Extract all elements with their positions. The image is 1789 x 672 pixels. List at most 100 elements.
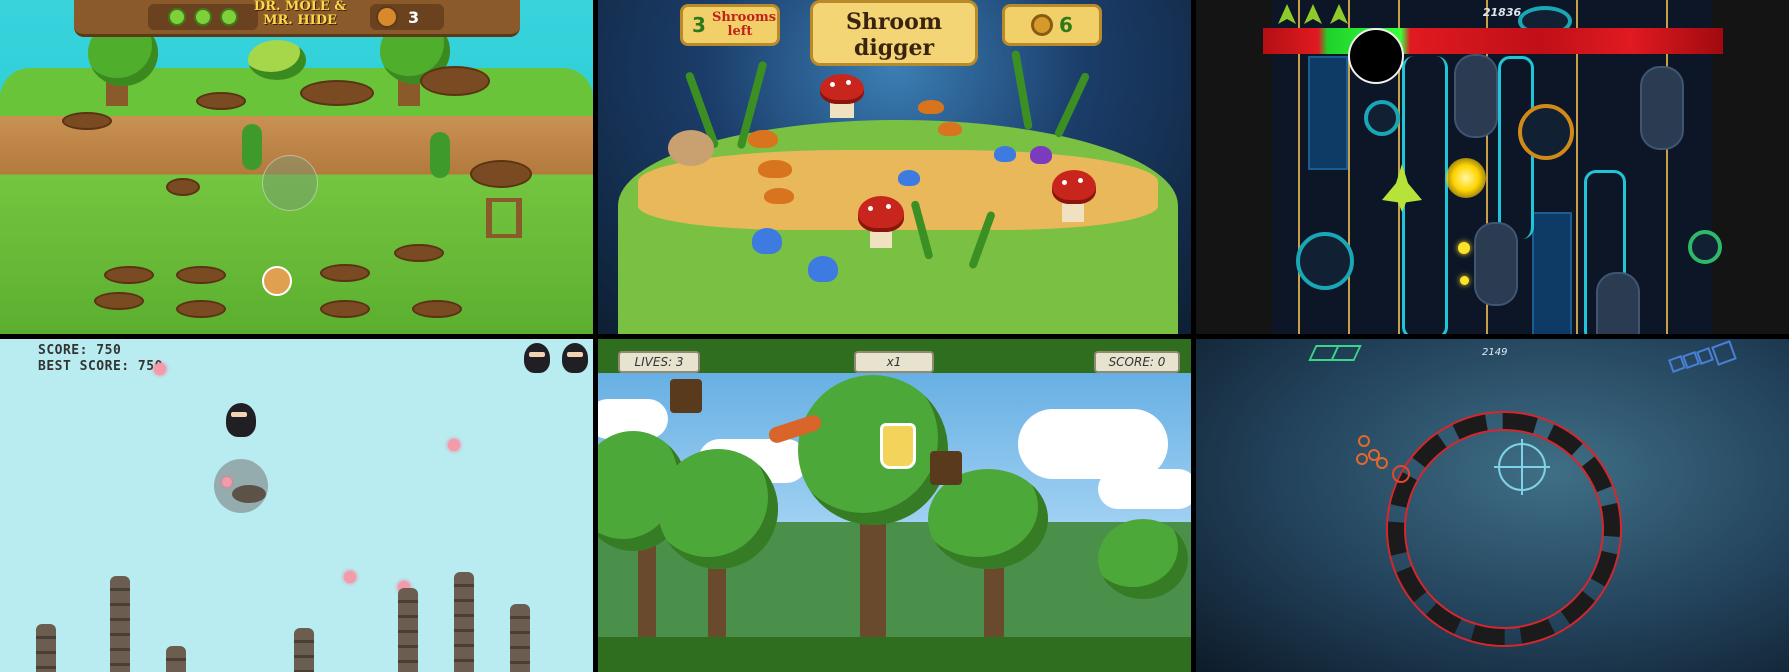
mole-hole[interactable] — [94, 292, 144, 310]
score: 2149 — [1482, 347, 1508, 358]
ring-obstacle — [1688, 230, 1722, 264]
blossom[interactable] — [448, 439, 460, 451]
mole-hole[interactable] — [412, 300, 462, 318]
health-bar — [1263, 28, 1723, 54]
shrooms-left-board: 3 Shrooms left — [680, 4, 780, 46]
mole-hole[interactable] — [420, 66, 490, 96]
mushroom-purple[interactable] — [1030, 146, 1052, 164]
ninja-icon — [524, 343, 550, 373]
touch-cursor — [262, 155, 318, 211]
square-icon — [1711, 340, 1737, 366]
panel-dr-mole[interactable]: DR. MOLE & MR. HIDE 3 — [0, 0, 593, 334]
logo-line-2: digger — [853, 35, 935, 61]
heart-icon — [168, 8, 186, 26]
mole-hole[interactable] — [320, 300, 370, 318]
lives-label: LIVES: 3 — [618, 351, 700, 373]
mole-hole[interactable] — [300, 80, 374, 106]
stone-pillar — [294, 628, 314, 672]
mole-hole[interactable] — [176, 300, 226, 318]
mushroom-blue[interactable] — [752, 228, 782, 254]
ring-obstacle — [1518, 104, 1574, 160]
bush — [248, 40, 306, 80]
blossom[interactable] — [344, 571, 356, 583]
shrooms-left-label: Shrooms left — [711, 10, 777, 39]
arrow-sign — [670, 379, 702, 413]
mole-hole[interactable] — [104, 266, 154, 284]
fence — [486, 198, 522, 238]
bird-enemy — [232, 485, 266, 503]
panel-circle[interactable]: 2149 — [1196, 339, 1789, 672]
reticle-icon[interactable] — [1494, 439, 1550, 495]
pod — [1640, 66, 1684, 150]
tree-trunk — [860, 519, 886, 639]
stone-pillar — [454, 572, 474, 672]
tree-trunk — [638, 539, 656, 639]
trail-ring — [1356, 453, 1368, 465]
bullet — [1458, 242, 1470, 254]
score-label: SCORE: 0 — [1094, 351, 1180, 373]
mushroom-red[interactable] — [858, 196, 904, 232]
bullet — [1460, 276, 1469, 285]
trail-ring — [1376, 457, 1388, 469]
cloud — [1098, 469, 1191, 509]
tree-canopy — [798, 375, 948, 525]
game-logo: Shroom digger — [810, 0, 978, 66]
panel-ninja[interactable]: SCORE: 750 BEST SCORE: 750 — [0, 339, 593, 672]
black-hole — [1348, 28, 1404, 84]
cactus — [430, 132, 450, 178]
mushroom-orange[interactable] — [918, 100, 944, 114]
mushroom-orange[interactable] — [938, 122, 962, 136]
coin-count: 6 — [1059, 13, 1073, 37]
score: 21836 — [1482, 6, 1522, 19]
stone-pillar — [36, 624, 56, 672]
panel-forest[interactable]: LIVES: 3 x1 SCORE: 0 — [598, 339, 1191, 672]
mole-character[interactable] — [262, 266, 292, 296]
mole-hole[interactable] — [394, 244, 444, 262]
coin-board: 6 — [1002, 4, 1102, 46]
game-screenshot-grid: DR. MOLE & MR. HIDE 3 3 Shrooms left Shr… — [0, 0, 1789, 672]
mole-hole[interactable] — [176, 266, 226, 284]
flower-cup[interactable] — [880, 423, 916, 469]
mushroom-blue[interactable] — [898, 170, 920, 186]
stone-pillar — [110, 576, 130, 672]
player-ring[interactable] — [1392, 465, 1410, 483]
mushroom-orange[interactable] — [758, 160, 792, 178]
ninja-player[interactable] — [226, 403, 256, 437]
panel-shroom-digger[interactable]: 3 Shrooms left Shroom digger 6 — [598, 0, 1191, 334]
ring-obstacle — [1364, 100, 1400, 136]
mole-count: 3 — [408, 7, 420, 27]
heart-icon — [194, 8, 212, 26]
mushroom-red[interactable] — [820, 74, 864, 104]
mole-hole[interactable] — [470, 160, 532, 188]
stone-pillar — [398, 588, 418, 672]
mushroom-blue[interactable] — [994, 146, 1016, 162]
trail-ring — [1358, 435, 1370, 447]
game-logo: DR. MOLE & MR. HIDE — [253, 0, 347, 28]
circle-barrier — [1388, 413, 1620, 645]
lives-display — [148, 4, 258, 30]
cactus — [242, 124, 262, 170]
blossom[interactable] — [154, 363, 166, 375]
star-powerup[interactable] — [1446, 158, 1486, 198]
leaf-border-bottom — [598, 637, 1191, 672]
mole-icon — [376, 6, 398, 28]
shrooms-left-value: 3 — [692, 13, 706, 37]
ring-obstacle — [1296, 232, 1354, 290]
panel-space-shooter[interactable]: 21836 — [1196, 0, 1789, 334]
blue-panel — [1308, 56, 1348, 170]
best-score: BEST SCORE: 750 — [38, 359, 163, 374]
mole-hole[interactable] — [196, 92, 246, 110]
mushroom-blue[interactable] — [808, 256, 838, 282]
multiplier-label: x1 — [854, 351, 934, 373]
mushroom-orange[interactable] — [748, 130, 778, 148]
blossom[interactable] — [222, 477, 232, 487]
mole-hole[interactable] — [62, 112, 112, 130]
gear-icon — [1031, 14, 1054, 36]
mole-counter: 3 — [370, 4, 444, 30]
logo-line-1: Shroom — [845, 9, 943, 35]
mushroom-red[interactable] — [1052, 170, 1096, 204]
mole-hole[interactable] — [166, 178, 200, 196]
mushroom-orange[interactable] — [764, 188, 794, 204]
mole-hole[interactable] — [320, 264, 370, 282]
blue-panel — [1532, 212, 1572, 334]
